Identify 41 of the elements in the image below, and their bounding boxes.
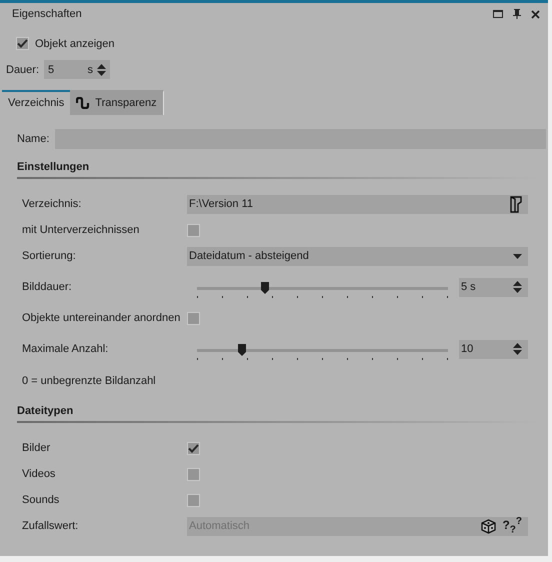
folder-icon[interactable] (510, 196, 522, 212)
panel-title: Eigenschaften (12, 8, 83, 20)
spin-arrows-icon[interactable] (97, 64, 106, 76)
field-label: Objekte untereinander anordnen (22, 312, 182, 324)
section-heading: Dateitypen (17, 393, 540, 423)
field-label: Bilder (22, 442, 52, 454)
checkbox[interactable] (187, 224, 200, 236)
duration-spinbox[interactable]: 5 s (44, 60, 110, 79)
number-spinbox[interactable]: 5 s (459, 278, 528, 296)
section-heading: Einstellungen (17, 149, 540, 179)
field-label: Videos (22, 468, 56, 480)
checkbox-label: Objekt anzeigen (35, 38, 114, 50)
pin-icon[interactable] (513, 9, 521, 19)
field-label: Sortierung: (22, 250, 77, 262)
field-label: mit Unterverzeichnissen (22, 224, 140, 236)
field-label: Sounds (22, 494, 60, 506)
checkbox[interactable] (187, 468, 200, 480)
spin-arrows-icon[interactable] (513, 343, 522, 355)
maximize-icon[interactable] (493, 10, 503, 18)
tab[interactable]: Transparenz (70, 90, 164, 115)
sort-dropdown[interactable]: Dateidatum - absteigend (187, 246, 528, 266)
checkbox[interactable] (187, 494, 200, 506)
field-label: Dauer: (6, 64, 40, 76)
checkbox[interactable] (187, 442, 200, 454)
slider-thumb[interactable] (260, 282, 269, 294)
dice-icon[interactable] (481, 518, 496, 534)
hint-text: 0 = unbegrenzte Bildanzahl (22, 374, 157, 389)
number-spinbox[interactable]: 10 (459, 340, 528, 358)
folder-field[interactable]: F:\Version 11 (187, 194, 528, 214)
wave-icon (76, 97, 90, 109)
checkbox[interactable] (16, 37, 29, 50)
caret-icon (513, 254, 522, 258)
field-label: Name: (17, 133, 50, 145)
field-label: Bilddauer: (22, 281, 73, 293)
checkbox[interactable] (187, 312, 200, 324)
slider-thumb[interactable] (238, 344, 246, 356)
spin-arrows-icon[interactable] (513, 281, 522, 293)
close-icon[interactable] (531, 10, 540, 18)
field-label: Zufallswert: (22, 520, 80, 532)
field-label: Maximale Anzahl: (22, 343, 110, 355)
field-label: Verzeichnis: (22, 198, 82, 210)
